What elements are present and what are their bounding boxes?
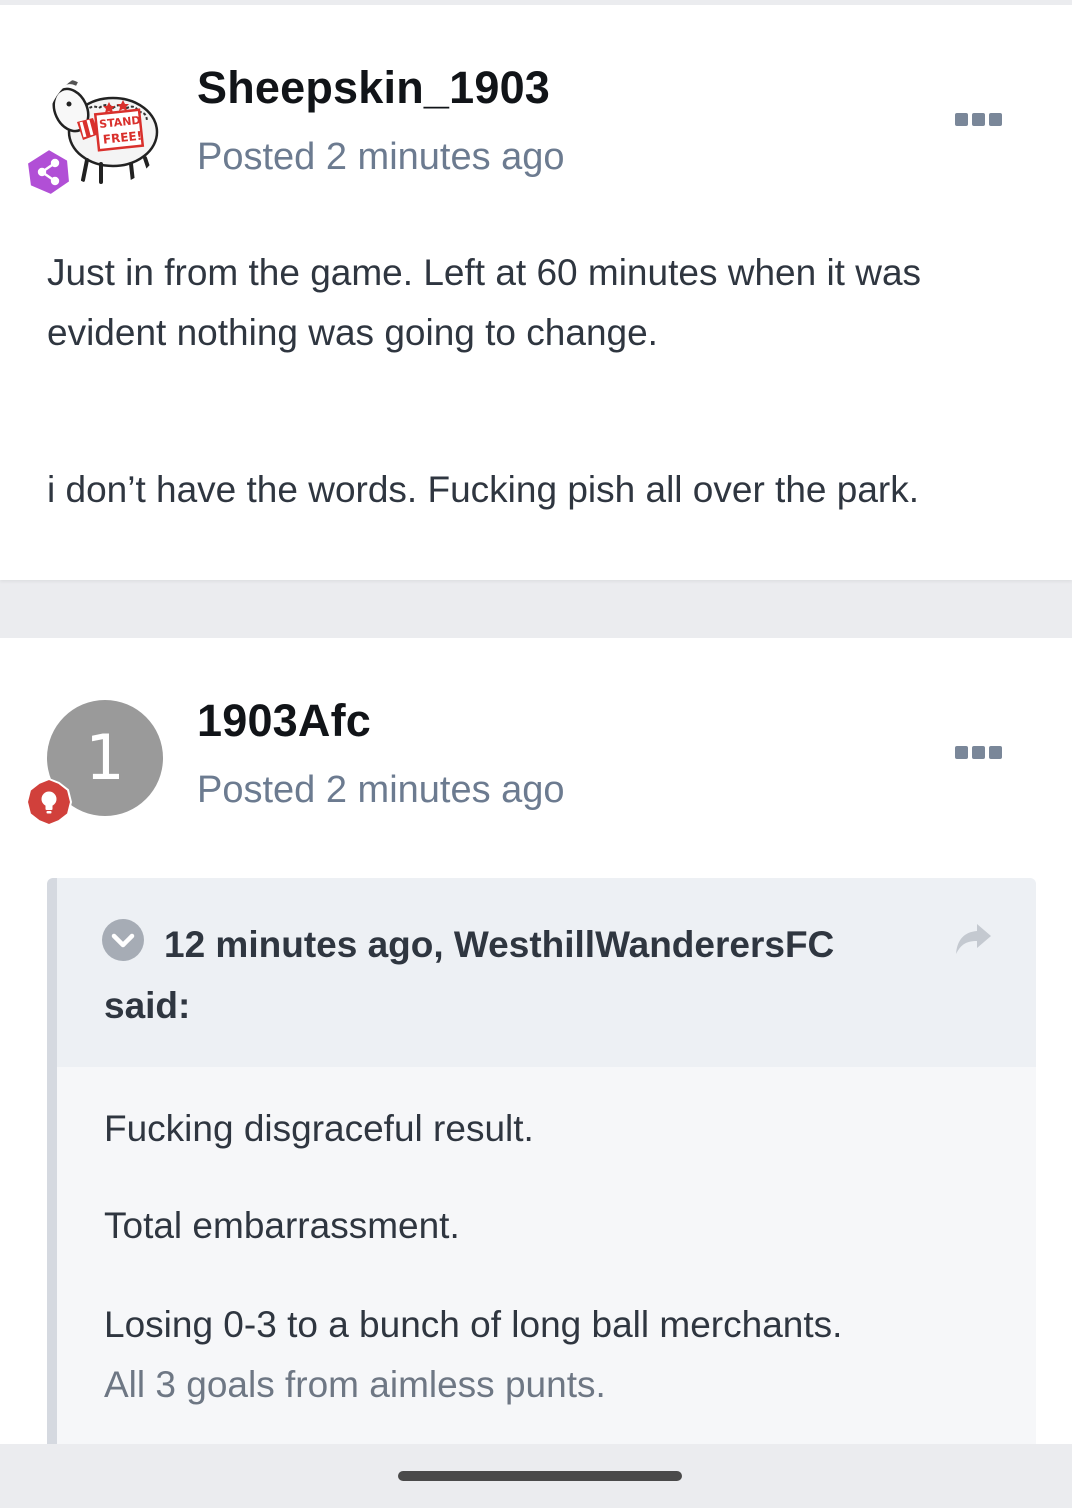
quote-citation[interactable]: 12 minutes ago, WesthillWanderersFC said… bbox=[104, 914, 924, 1036]
share-arrow-icon bbox=[956, 924, 991, 954]
author-avatar-group[interactable]: 1 bbox=[25, 700, 165, 830]
dot-icon bbox=[989, 113, 1002, 126]
post-timestamp[interactable]: Posted 2 minutes ago bbox=[197, 769, 565, 812]
lightbulb-icon bbox=[25, 777, 73, 827]
quote-line: Losing 0-3 to a bunch of long ball merch… bbox=[104, 1304, 843, 1345]
post-options-button[interactable] bbox=[955, 113, 1003, 129]
dot-icon bbox=[955, 113, 968, 126]
post-paragraph: Just in from the game. Left at 60 minute… bbox=[47, 252, 922, 353]
dot-icon bbox=[972, 746, 985, 759]
post-author-name[interactable]: 1903Afc bbox=[197, 695, 371, 747]
forum-post: STAND FREE! Sheepskin_1903 Posted 2 minu… bbox=[0, 5, 1072, 580]
dot-icon bbox=[972, 113, 985, 126]
member-badge bbox=[25, 147, 73, 197]
post-paragraph: i don’t have the words. Fucking pish all… bbox=[47, 469, 920, 510]
post-timestamp[interactable]: Posted 2 minutes ago bbox=[197, 136, 565, 179]
dot-icon bbox=[989, 746, 1002, 759]
post-content: i don’t have the words. Fucking pish all… bbox=[47, 460, 1027, 520]
dot-icon bbox=[955, 746, 968, 759]
quote-line: Fucking disgraceful result. bbox=[104, 1108, 534, 1149]
forum-post: 1 1903Afc Posted 2 minutes ago 12 minute… bbox=[0, 638, 1072, 1444]
author-avatar-group[interactable]: STAND FREE! bbox=[25, 70, 165, 200]
post-quote: 12 minutes ago, WesthillWanderersFC said… bbox=[47, 878, 1036, 1444]
view-quoted-post-button[interactable] bbox=[953, 922, 995, 958]
quote-header: 12 minutes ago, WesthillWanderersFC said… bbox=[57, 878, 1036, 1067]
quote-line: Total embarrassment. bbox=[104, 1205, 460, 1246]
home-indicator[interactable] bbox=[398, 1471, 682, 1481]
quote-line: All 3 goals from aimless punts. bbox=[104, 1364, 606, 1405]
share-nodes-icon bbox=[25, 147, 72, 197]
post-author-name[interactable]: Sheepskin_1903 bbox=[197, 62, 550, 114]
post-content: Just in from the game. Left at 60 minute… bbox=[47, 243, 1027, 363]
member-badge bbox=[25, 777, 73, 827]
post-options-button[interactable] bbox=[955, 746, 1003, 762]
